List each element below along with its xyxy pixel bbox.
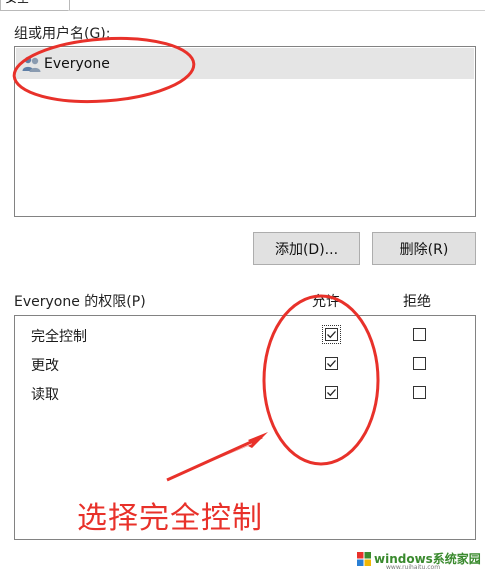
tab-divider [68, 10, 485, 11]
allow-column-header: 允许 [312, 294, 340, 310]
tab-security-label: 安全 [5, 0, 29, 4]
windows-logo-icon [357, 552, 371, 566]
permission-row-modify: 更改 [15, 352, 475, 376]
users-label: 组或用户名(G): [14, 26, 111, 42]
tab-security[interactable]: 安全 [0, 0, 70, 11]
list-item-everyone[interactable]: Everyone [16, 48, 474, 79]
permission-row-read: 读取 [15, 381, 475, 405]
deny-checkbox-read[interactable] [413, 386, 426, 399]
users-icon [22, 56, 41, 72]
deny-column-header: 拒绝 [403, 294, 431, 310]
deny-checkbox-full-control[interactable] [413, 328, 426, 341]
allow-checkbox-modify[interactable] [325, 357, 338, 370]
permission-name: 读取 [31, 387, 59, 403]
permission-row-full-control: 完全控制 [15, 323, 475, 347]
tab-strip: 安全 [0, 0, 485, 12]
permissions-label: Everyone 的权限(P) [14, 294, 146, 310]
watermark-url: www.ruihaitu.com [386, 564, 441, 571]
checkmark-icon [327, 331, 336, 339]
permission-name: 更改 [31, 358, 59, 374]
checkmark-icon [327, 360, 336, 368]
permission-name: 完全控制 [31, 329, 87, 345]
remove-button[interactable]: 删除(R) [372, 232, 476, 265]
deny-checkbox-modify[interactable] [413, 357, 426, 370]
users-listbox[interactable]: Everyone [14, 46, 476, 217]
watermark: windows系统家园 www.ruihaitu.com [352, 546, 485, 573]
allow-checkbox-full-control[interactable] [325, 328, 338, 341]
allow-checkbox-read[interactable] [325, 386, 338, 399]
checkmark-icon [327, 389, 336, 397]
add-button[interactable]: 添加(D)... [253, 232, 360, 265]
user-name: Everyone [44, 55, 110, 72]
annotation-text: 选择完全控制 [77, 501, 263, 536]
